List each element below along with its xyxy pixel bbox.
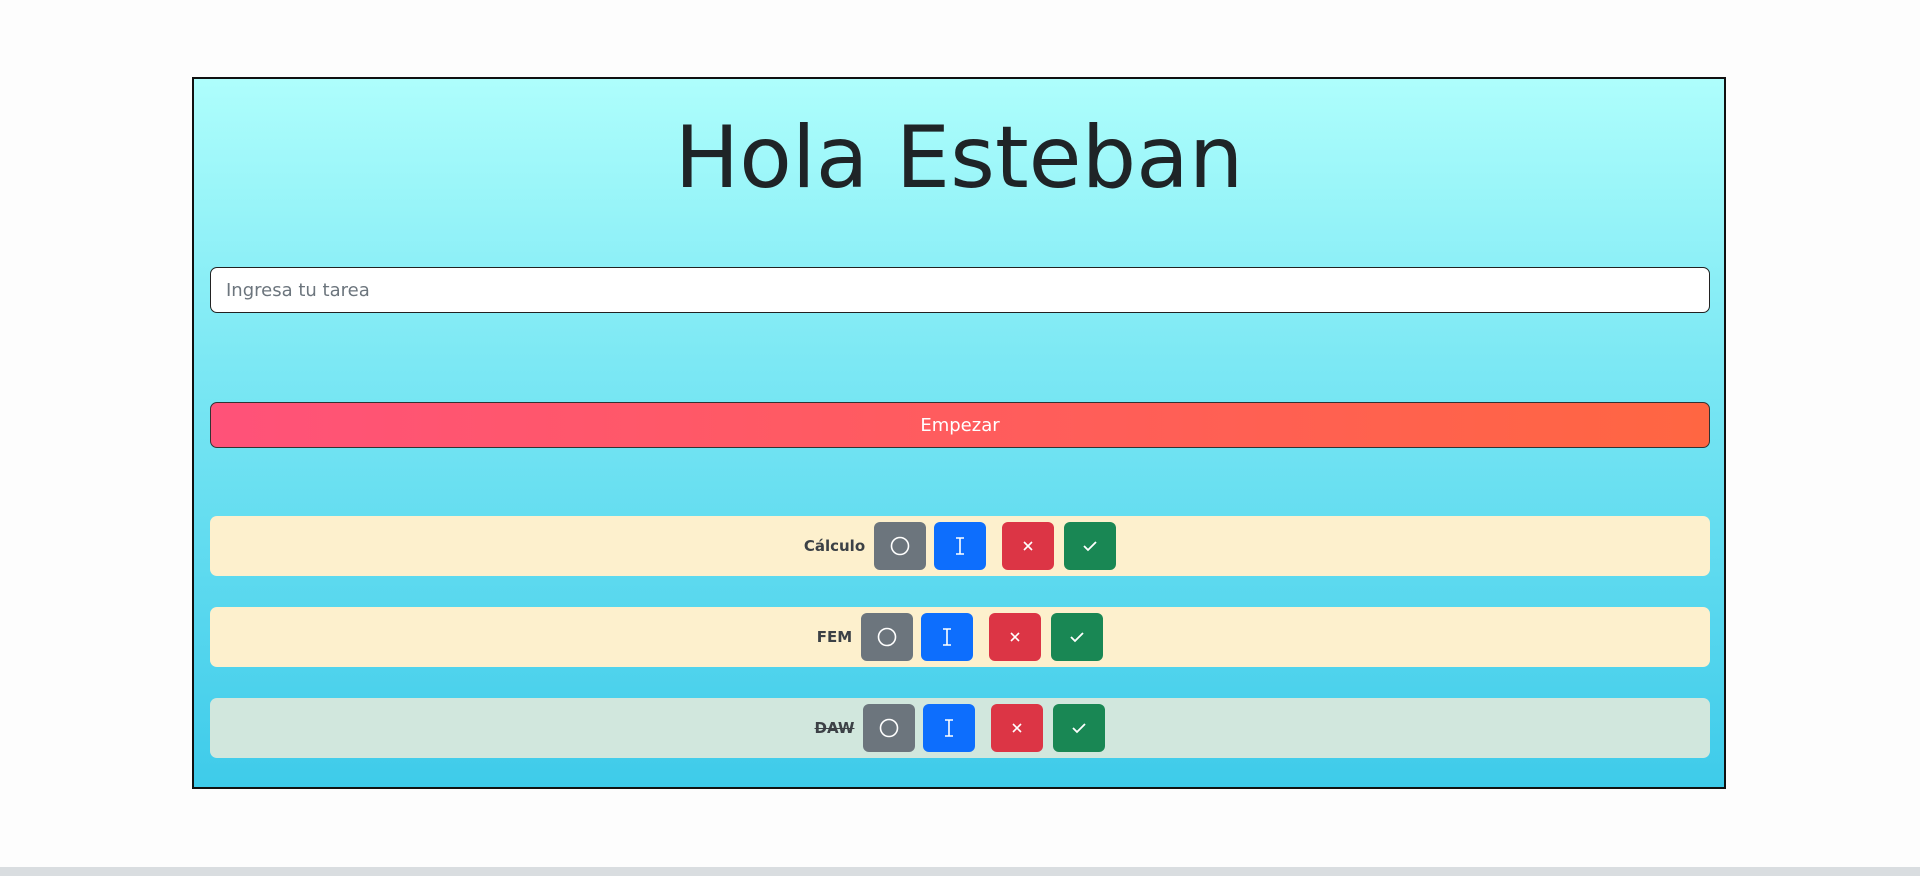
status-button[interactable] <box>874 522 927 570</box>
text-cursor-icon <box>942 718 956 738</box>
page-title: Hola Esteban <box>674 108 1244 208</box>
check-icon <box>1071 721 1087 735</box>
task-input[interactable] <box>210 267 1710 313</box>
task-label: FEM <box>816 628 853 646</box>
status-button[interactable] <box>863 704 916 752</box>
delete-button[interactable] <box>989 613 1042 661</box>
main-card: Hola Esteban Empezar Cálculo FEM <box>192 77 1726 789</box>
task-label: Cálculo <box>803 537 866 555</box>
circle-icon <box>878 717 900 739</box>
status-button[interactable] <box>861 613 914 661</box>
close-icon <box>1011 722 1023 734</box>
circle-icon <box>889 535 911 557</box>
task-row: DAW <box>210 698 1710 758</box>
edit-button[interactable] <box>934 522 987 570</box>
text-cursor-icon <box>953 536 967 556</box>
delete-button[interactable] <box>991 704 1044 752</box>
complete-button[interactable] <box>1053 704 1106 752</box>
edit-button[interactable] <box>921 613 974 661</box>
start-button[interactable]: Empezar <box>210 402 1710 448</box>
close-icon <box>1009 631 1021 643</box>
task-row: FEM <box>210 607 1710 667</box>
window-bottom-edge <box>0 867 1920 876</box>
check-icon <box>1082 539 1098 553</box>
check-icon <box>1069 630 1085 644</box>
edit-button[interactable] <box>923 704 976 752</box>
close-icon <box>1022 540 1034 552</box>
task-label: DAW <box>814 719 855 737</box>
complete-button[interactable] <box>1064 522 1117 570</box>
circle-icon <box>876 626 898 648</box>
complete-button[interactable] <box>1051 613 1104 661</box>
task-row: Cálculo <box>210 516 1710 576</box>
delete-button[interactable] <box>1002 522 1055 570</box>
text-cursor-icon <box>940 627 954 647</box>
